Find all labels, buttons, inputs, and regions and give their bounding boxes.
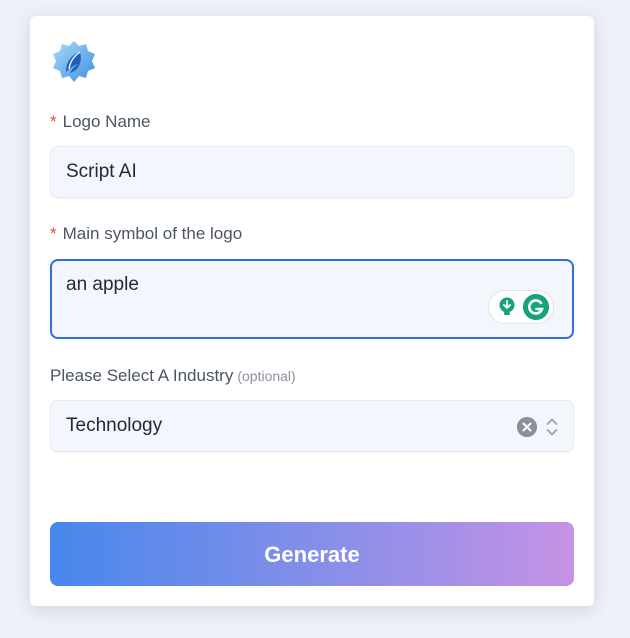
optional-hint: (optional) (237, 368, 296, 384)
main-symbol-textarea[interactable]: an apple (50, 259, 574, 339)
logo-name-label: * Logo Name (50, 112, 151, 132)
grammarly-logo-icon[interactable] (523, 294, 549, 320)
clear-icon[interactable] (517, 417, 537, 437)
main-symbol-value: an apple (66, 274, 139, 295)
main-symbol-label-text: Main symbol of the logo (62, 224, 243, 243)
required-mark: * (50, 112, 57, 131)
lightbulb-icon[interactable] (496, 296, 518, 318)
gear-feather-logo-icon (53, 41, 95, 82)
industry-label: Please Select A Industry (optional) (50, 366, 296, 386)
logo-name-label-text: Logo Name (62, 112, 151, 131)
chevron-up-down-icon[interactable] (545, 415, 559, 439)
logo-generator-card: * Logo Name Script AI * Main symbol of the… (30, 16, 594, 606)
logo-name-input[interactable]: Script AI (50, 146, 574, 198)
grammarly-widget[interactable] (488, 290, 554, 324)
required-mark: * (50, 224, 57, 243)
generate-button[interactable]: Generate (50, 522, 574, 586)
industry-selected-value: Technology (66, 415, 163, 436)
industry-select[interactable]: Technology (50, 400, 574, 452)
industry-label-text: Please Select A Industry (50, 366, 234, 385)
main-symbol-label: * Main symbol of the logo (50, 224, 242, 244)
